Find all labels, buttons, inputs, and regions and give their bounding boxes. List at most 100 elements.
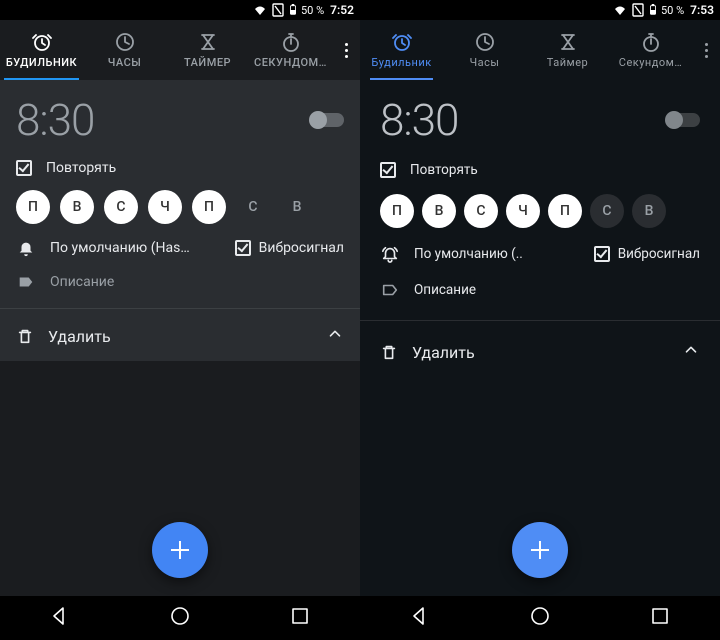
status-bar: 50 % 7:52 — [0, 0, 360, 20]
day-mon[interactable]: П — [380, 194, 414, 228]
tab-alarm-label: БУДИЛЬНИК — [6, 56, 77, 69]
repeat-row[interactable]: Повторять — [380, 162, 700, 178]
repeat-checkbox[interactable] — [380, 162, 396, 178]
wifi-icon — [253, 3, 267, 17]
repeat-label: Повторять — [46, 160, 116, 176]
no-sim-icon — [271, 3, 285, 17]
day-sat[interactable]: С — [236, 190, 270, 224]
repeat-row[interactable]: Повторять — [16, 160, 344, 176]
delete-label: Удалить — [48, 327, 111, 346]
overflow-menu-button[interactable] — [332, 20, 360, 80]
delete-button[interactable]: Удалить — [16, 327, 111, 346]
delete-button[interactable]: Удалить — [380, 343, 475, 362]
add-alarm-fab[interactable] — [512, 522, 568, 578]
alarm-time[interactable]: 8:30 — [16, 94, 94, 146]
label-row[interactable]: Описание — [16, 272, 344, 292]
vibrate-label: Вибросигнал — [259, 240, 344, 256]
alarm-time-row: 8:30 — [380, 94, 700, 146]
clock-icon — [115, 32, 135, 52]
day-tue[interactable]: В — [60, 190, 94, 224]
ringtone-row[interactable]: По умолчанию (Has… Вибросигнал — [16, 238, 344, 258]
stopwatch-icon — [641, 32, 661, 52]
day-sun[interactable]: В — [632, 194, 666, 228]
collapse-button[interactable] — [682, 341, 700, 363]
phone-screen-right: 50 % 7:53 Будильник Часы Таймер Секундом… — [360, 0, 720, 640]
nav-back[interactable] — [409, 605, 431, 631]
battery-icon — [649, 4, 657, 16]
label-icon — [16, 272, 36, 292]
alarm-icon — [392, 32, 412, 52]
day-fri[interactable]: П — [192, 190, 226, 224]
nav-home[interactable] — [529, 605, 551, 631]
day-fri[interactable]: П — [548, 194, 582, 228]
label-icon — [380, 280, 400, 300]
tab-stopwatch[interactable]: СЕКУНДОМ… — [249, 20, 332, 80]
hourglass-icon — [198, 32, 218, 52]
day-sat[interactable]: С — [590, 194, 624, 228]
alarm-body: 8:30 Повторять П В С Ч П С В — [0, 80, 360, 596]
collapse-button[interactable] — [326, 325, 344, 347]
hourglass-icon — [558, 32, 578, 52]
day-wed[interactable]: С — [464, 194, 498, 228]
repeat-label: Повторять — [410, 162, 478, 178]
label-placeholder: Описание — [414, 282, 476, 298]
status-bar: 50 % 7:53 — [360, 0, 720, 20]
overflow-menu-button[interactable] — [692, 20, 720, 80]
stopwatch-icon — [281, 32, 301, 52]
wifi-icon — [613, 3, 627, 17]
ringtone-label: По умолчанию (Has… — [50, 240, 221, 256]
vibrate-checkbox[interactable] — [235, 240, 251, 256]
nav-back[interactable] — [49, 605, 71, 631]
tab-clock-label: Часы — [470, 56, 500, 69]
divider — [0, 308, 360, 309]
card-footer: Удалить — [16, 325, 344, 347]
nav-recent[interactable] — [649, 605, 671, 631]
day-mon[interactable]: П — [16, 190, 50, 224]
chevron-up-icon — [326, 325, 344, 343]
tab-timer[interactable]: Таймер — [526, 20, 609, 80]
alarm-card: 8:30 Повторять П В С Ч П С В — [360, 80, 720, 377]
nav-home[interactable] — [169, 605, 191, 631]
status-clock: 7:52 — [330, 3, 354, 17]
tab-alarm[interactable]: Будильник — [360, 20, 443, 80]
tab-timer[interactable]: ТАЙМЕР — [166, 20, 249, 80]
day-sun[interactable]: В — [280, 190, 314, 224]
status-clock: 7:53 — [690, 3, 714, 17]
nav-recent[interactable] — [289, 605, 311, 631]
no-sim-icon — [631, 3, 645, 17]
tab-clock-label: ЧАСЫ — [108, 56, 142, 69]
tab-stopwatch[interactable]: Секундом… — [609, 20, 692, 80]
day-tue[interactable]: В — [422, 194, 456, 228]
battery-percent: 50 % — [301, 4, 324, 17]
phone-screen-left: 50 % 7:52 БУДИЛЬНИК ЧАСЫ ТАЙМЕР СЕКУНДОМ… — [0, 0, 360, 640]
alarm-time[interactable]: 8:30 — [380, 94, 458, 146]
chevron-up-icon — [682, 341, 700, 359]
day-thu[interactable]: Ч — [148, 190, 182, 224]
battery-icon — [289, 4, 297, 16]
label-row[interactable]: Описание — [380, 280, 700, 300]
alarm-toggle[interactable] — [666, 113, 700, 127]
bell-ring-icon — [380, 244, 400, 264]
tab-alarm[interactable]: БУДИЛЬНИК — [0, 20, 83, 80]
alarm-card: 8:30 Повторять П В С Ч П С В — [0, 80, 360, 361]
tab-clock[interactable]: Часы — [443, 20, 526, 80]
ringtone-row[interactable]: По умолчанию (.. Вибросигнал — [380, 244, 700, 264]
tab-stopwatch-label: СЕКУНДОМ… — [254, 56, 327, 69]
tab-stopwatch-label: Секундом… — [619, 56, 682, 69]
tab-timer-label: Таймер — [547, 56, 588, 69]
tab-clock[interactable]: ЧАСЫ — [83, 20, 166, 80]
add-alarm-fab[interactable] — [152, 522, 208, 578]
day-thu[interactable]: Ч — [506, 194, 540, 228]
day-picker: П В С Ч П С В — [16, 190, 344, 224]
vibrate-checkbox[interactable] — [594, 246, 610, 262]
ringtone-label: По умолчанию (.. — [414, 246, 580, 262]
repeat-checkbox[interactable] — [16, 160, 32, 176]
alarm-body: 8:30 Повторять П В С Ч П С В — [360, 80, 720, 596]
day-wed[interactable]: С — [104, 190, 138, 224]
alarm-toggle[interactable] — [310, 113, 344, 127]
nav-bar — [360, 596, 720, 640]
clock-icon — [475, 32, 495, 52]
card-footer: Удалить — [380, 341, 700, 363]
tab-bar: Будильник Часы Таймер Секундом… — [360, 20, 720, 80]
bell-icon — [16, 238, 36, 258]
